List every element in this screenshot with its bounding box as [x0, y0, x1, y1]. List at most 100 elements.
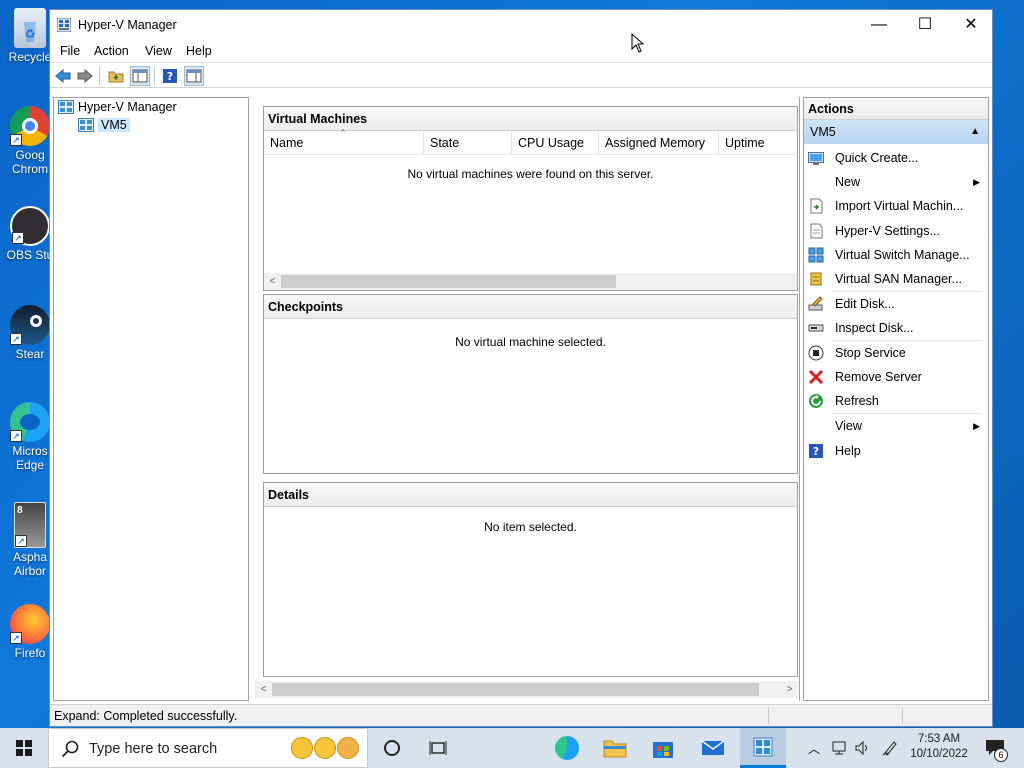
- action-remove-server[interactable]: Remove Server: [804, 365, 988, 389]
- pen-icon: [882, 741, 897, 756]
- taskbar-edge[interactable]: [546, 728, 588, 768]
- tray-overflow-chevron-icon[interactable]: ︿: [804, 728, 824, 768]
- tree-node-vm5[interactable]: VM5: [78, 118, 130, 132]
- search-highlight-emoji-icon: [291, 737, 359, 759]
- show-tree-button[interactable]: [130, 66, 150, 86]
- firefox-icon: ↗: [10, 604, 50, 644]
- back-button[interactable]: [53, 66, 73, 86]
- window-title: Hyper-V Manager: [78, 18, 177, 32]
- status-text: Expand: Completed successfully.: [54, 709, 238, 723]
- folder-up-icon: [108, 71, 124, 83]
- chrome-icon: ↗: [10, 106, 50, 146]
- tree-node-hyperv-manager[interactable]: Hyper-V Manager: [58, 100, 177, 114]
- menu-file[interactable]: File: [60, 44, 80, 58]
- console-body: Hyper-V Manager VM5 Virtual Machines Nam…: [50, 96, 992, 702]
- menu-action[interactable]: Action: [94, 44, 129, 58]
- virtual-machines-panel: Virtual Machines Name ^ State CPU Usage …: [263, 106, 798, 291]
- column-state[interactable]: State: [424, 131, 512, 155]
- hyperv-manager-window: Hyper-V Manager — ☐ ✕ File Action View H…: [49, 9, 993, 727]
- start-button[interactable]: [0, 728, 48, 768]
- action-virtual-san-manager[interactable]: Virtual SAN Manager...: [804, 267, 988, 291]
- scroll-left-icon[interactable]: <: [264, 273, 281, 290]
- close-button[interactable]: ✕: [948, 10, 994, 40]
- svg-text:?: ?: [167, 70, 173, 83]
- minimize-button[interactable]: —: [856, 10, 902, 40]
- forward-arrow-icon: [77, 69, 93, 83]
- checkpoints-panel: Checkpoints No virtual machine selected.: [263, 294, 798, 474]
- details-empty-message: No item selected.: [484, 520, 577, 534]
- title-bar[interactable]: Hyper-V Manager — ☐ ✕: [50, 10, 992, 40]
- cortana-icon: [384, 740, 400, 756]
- action-label: New: [835, 175, 861, 189]
- action-quick-create[interactable]: Quick Create...: [804, 146, 988, 170]
- up-folder-button[interactable]: [106, 66, 126, 86]
- action-label: Remove Server: [835, 370, 922, 384]
- collapse-icon[interactable]: ▲: [970, 120, 980, 144]
- status-divider: [902, 708, 903, 724]
- server-icon: [78, 118, 94, 132]
- mouse-cursor-icon: [631, 33, 645, 53]
- help-toolbar-button[interactable]: ?: [160, 66, 180, 86]
- action-view[interactable]: View ▶: [804, 414, 988, 438]
- action-label: Quick Create...: [835, 151, 919, 165]
- recycle-bin-icon: ♻: [14, 8, 46, 48]
- action-inspect-disk[interactable]: Inspect Disk...: [804, 316, 988, 340]
- tray-network[interactable]: [828, 728, 850, 768]
- maximize-button[interactable]: ☐: [902, 10, 948, 40]
- taskbar-hyperv-manager[interactable]: [740, 728, 786, 768]
- center-horizontal-scrollbar[interactable]: < >: [255, 681, 798, 698]
- hyperv-app-icon: [57, 18, 71, 32]
- tray-volume[interactable]: [852, 728, 874, 768]
- scrollbar-thumb[interactable]: [281, 275, 616, 288]
- stop-icon: [808, 345, 824, 361]
- menu-help[interactable]: Help: [186, 44, 212, 58]
- submenu-arrow-icon: ▶: [973, 421, 980, 431]
- settings-icon: [810, 223, 823, 239]
- notification-count-badge: 6: [994, 748, 1008, 762]
- action-stop-service[interactable]: Stop Service: [804, 341, 988, 365]
- task-view-button[interactable]: [418, 728, 458, 768]
- menu-bar: File Action View Help: [50, 40, 992, 62]
- submenu-arrow-icon: ▶: [973, 177, 980, 187]
- scroll-left-icon[interactable]: <: [255, 681, 272, 698]
- tray-clock[interactable]: 7:53 AM 10/10/2022: [906, 732, 972, 762]
- column-uptime[interactable]: Uptime: [719, 131, 797, 155]
- clock-time: 7:53 AM: [917, 733, 961, 745]
- column-assigned-memory[interactable]: Assigned Memory: [599, 131, 719, 155]
- network-icon: [832, 741, 846, 755]
- action-edit-disk[interactable]: Edit Disk...: [804, 292, 988, 316]
- action-new[interactable]: New ▶: [804, 170, 988, 194]
- action-refresh[interactable]: Refresh: [804, 389, 988, 413]
- column-cpu-usage[interactable]: CPU Usage: [512, 131, 599, 155]
- show-action-pane-button[interactable]: [184, 66, 204, 86]
- actions-group-vm5[interactable]: VM5 ▲: [804, 120, 988, 144]
- vm-horizontal-scrollbar[interactable]: <: [264, 273, 797, 290]
- cortana-button[interactable]: [372, 728, 412, 768]
- action-label: Stop Service: [835, 346, 906, 360]
- store-icon: [653, 742, 673, 758]
- refresh-icon: [809, 394, 823, 408]
- action-pane-icon: [186, 69, 202, 83]
- action-import-virtual-machine[interactable]: Import Virtual Machin...: [804, 194, 988, 218]
- status-divider: [768, 708, 769, 724]
- forward-button[interactable]: [75, 66, 95, 86]
- taskbar-search-box[interactable]: Type here to search: [48, 728, 368, 768]
- scroll-right-icon[interactable]: >: [781, 681, 798, 698]
- switch-icon: [808, 247, 824, 263]
- windows-logo-icon: [16, 740, 32, 756]
- obs-icon: ↗: [10, 206, 50, 246]
- menu-view[interactable]: View: [145, 44, 172, 58]
- sort-arrow-icon: ^: [341, 128, 345, 137]
- action-center-button[interactable]: 6: [978, 728, 1012, 768]
- taskbar-store[interactable]: [642, 728, 684, 768]
- details-panel: Details No item selected.: [263, 482, 798, 677]
- taskbar-mail[interactable]: [692, 728, 734, 768]
- taskbar-file-explorer[interactable]: [594, 728, 636, 768]
- action-help[interactable]: ? Help: [804, 439, 988, 463]
- vm-empty-message: No virtual machines were found on this s…: [407, 167, 654, 181]
- scrollbar-thumb[interactable]: [272, 683, 759, 696]
- clock-date: 10/10/2022: [910, 748, 968, 760]
- action-hyperv-settings[interactable]: Hyper-V Settings...: [804, 219, 988, 243]
- action-virtual-switch-manager[interactable]: Virtual Switch Manage...: [804, 243, 988, 267]
- tray-pen[interactable]: [878, 728, 902, 768]
